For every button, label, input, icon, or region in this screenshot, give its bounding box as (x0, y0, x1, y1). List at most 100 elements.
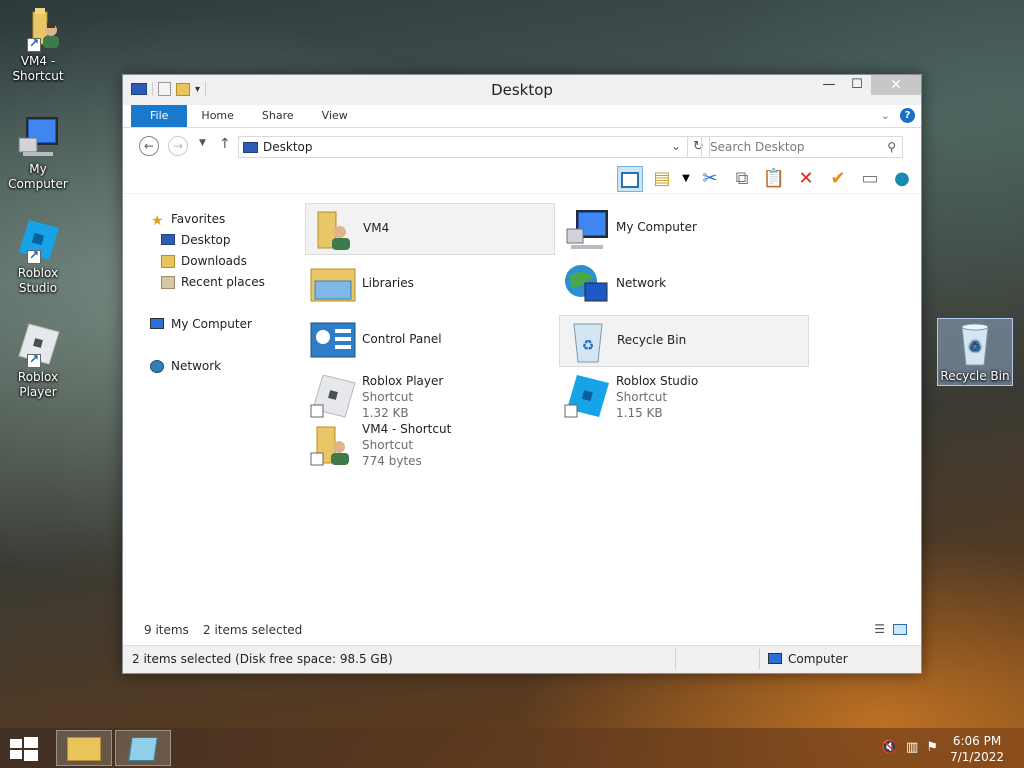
title-bar[interactable]: ▾ Desktop — ☐ ✕ (123, 75, 921, 105)
item-name: VM4 (363, 221, 390, 235)
item-type: Shortcut (362, 390, 414, 404)
forward-button[interactable]: → (168, 136, 188, 156)
item-recycle-bin[interactable]: ♻ Recycle Bin (559, 315, 809, 367)
roblox-player-icon (15, 322, 61, 368)
control-panel-icon (309, 319, 357, 363)
nav-downloads[interactable]: Downloads (123, 251, 295, 272)
desktop-icon-roblox-studio[interactable]: Roblox Studio (0, 218, 76, 296)
recent-locations-icon[interactable]: ▼ (199, 138, 206, 148)
cut-icon[interactable]: ✂ (697, 166, 723, 192)
item-vm4[interactable]: VM4 (305, 203, 555, 255)
item-control-panel[interactable]: Control Panel (305, 315, 555, 367)
tab-home[interactable]: Home (187, 105, 247, 127)
recycle-bin-icon: ♻ (564, 320, 612, 364)
computer-icon (563, 207, 611, 251)
minimize-button[interactable]: — (815, 75, 843, 95)
clock-time: 6:06 PM (952, 734, 1002, 748)
rename-icon[interactable]: ▭ (857, 166, 883, 192)
desktop-icon-roblox-player[interactable]: Roblox Player (0, 322, 76, 400)
close-button[interactable]: ✕ (871, 75, 921, 95)
star-icon: ★ (151, 213, 164, 229)
expand-ribbon-icon[interactable]: ⌄ (881, 109, 890, 122)
network-status-icon[interactable]: ▥ (906, 740, 918, 755)
delete-icon[interactable]: ✕ (793, 166, 819, 192)
content-pane: VM4 My Computer Libraries Network Contro… (303, 201, 907, 617)
select-folder-icon[interactable]: ▤ (649, 166, 675, 192)
desktop-icon-vm4-shortcut[interactable]: VM4 - Shortcut (0, 6, 76, 84)
item-type: Shortcut (362, 438, 414, 452)
folder-user-icon (310, 208, 358, 252)
details-view-icon[interactable]: ☰ (874, 622, 885, 636)
network-icon (563, 263, 611, 307)
item-name: Recycle Bin (617, 333, 687, 347)
shortcut-arrow-icon (27, 36, 41, 52)
shortcut-arrow-icon (27, 352, 41, 368)
item-type: Shortcut (616, 390, 668, 404)
nav-favorites[interactable]: ★ Favorites (123, 209, 295, 230)
item-name: Libraries (362, 276, 414, 290)
taskbar-file-explorer[interactable] (56, 730, 112, 766)
select-dropdown-icon[interactable]: ▼ (681, 166, 691, 192)
shortcut-arrow-icon (27, 248, 41, 264)
recent-places-icon (161, 276, 175, 289)
window-controls: — ☐ ✕ (815, 75, 921, 95)
checkmark-icon[interactable]: ✔ (825, 166, 851, 192)
taskbar-app-2[interactable] (115, 730, 171, 766)
globe-icon[interactable]: ● (889, 166, 915, 192)
desktop-icon-my-computer[interactable]: My Computer (0, 114, 76, 192)
selected-count: 2 items selected (203, 623, 303, 637)
address-bar[interactable]: Desktop ⌄ (238, 136, 688, 158)
search-input[interactable]: Search Desktop ⚲ (701, 136, 903, 158)
item-vm4-shortcut[interactable]: VM4 - Shortcut Shortcut 774 bytes (305, 419, 555, 471)
desktop-icon-label: Roblox Studio (17, 266, 59, 295)
tab-share[interactable]: Share (248, 105, 308, 127)
computer-icon (15, 114, 61, 160)
paste-icon[interactable]: 📋 (761, 166, 787, 192)
nav-my-computer[interactable]: My Computer (123, 314, 295, 335)
back-button[interactable]: ← (139, 136, 159, 156)
up-button[interactable]: ↑ (219, 136, 231, 152)
nav-network[interactable]: Network (123, 356, 295, 377)
desktop-icon-label: Roblox Player (17, 370, 59, 399)
item-name: Network (616, 276, 667, 290)
address-row: ← → ▼ ↑ Desktop ⌄ ↻ Search Desktop ⚲ (123, 128, 921, 162)
maximize-button[interactable]: ☐ (843, 75, 871, 95)
tab-file[interactable]: File (131, 105, 188, 127)
address-dropdown-icon[interactable]: ⌄ (671, 139, 681, 153)
item-roblox-player[interactable]: Roblox Player Shortcut 1.32 KB (305, 371, 555, 423)
item-my-computer[interactable]: My Computer (559, 203, 809, 255)
preview-pane-icon[interactable] (617, 166, 643, 192)
item-count: 9 items (144, 623, 189, 637)
desktop-icon-label: VM4 - Shortcut (12, 54, 64, 83)
action-center-icon[interactable]: ⚑ (926, 740, 938, 755)
item-roblox-studio[interactable]: Roblox Studio Shortcut 1.15 KB (559, 371, 809, 423)
body-area: ★ Favorites Desktop Downloads Recent pla… (123, 195, 921, 617)
network-icon (150, 360, 164, 373)
item-network[interactable]: Network (559, 259, 809, 311)
clock[interactable]: 6:06 PM 7/1/2022 (950, 733, 1004, 765)
item-name: VM4 - Shortcut (362, 422, 452, 436)
item-libraries[interactable]: Libraries (305, 259, 555, 311)
clock-date: 7/1/2022 (950, 750, 1004, 764)
window-title: Desktop (491, 81, 553, 99)
start-button[interactable] (10, 737, 38, 761)
nav-desktop[interactable]: Desktop (123, 230, 295, 251)
app-icon (128, 737, 158, 761)
help-icon[interactable]: ? (900, 108, 915, 123)
desktop-icon-recycle-bin[interactable]: ♻ Recycle Bin (937, 318, 1013, 386)
svg-text:♻: ♻ (582, 338, 595, 354)
command-toolbar: ▤ ▼ ✂ ⧉ 📋 ✕ ✔ ▭ ● (123, 162, 921, 194)
large-icons-view-icon[interactable] (893, 624, 907, 635)
nav-recent-places[interactable]: Recent places (123, 272, 295, 293)
item-status-line: 9 items 2 items selected ☰ (123, 617, 921, 645)
status-bar: 2 items selected (Disk free space: 98.5 … (123, 645, 921, 673)
search-icon[interactable]: ⚲ (887, 137, 896, 157)
status-zone-label: Computer (788, 652, 848, 666)
copy-icon[interactable]: ⧉ (729, 166, 755, 192)
item-name: Control Panel (362, 332, 442, 346)
explorer-window[interactable]: ▾ Desktop — ☐ ✕ File Home Share View ⌄ ?… (122, 74, 922, 674)
status-bar-text: 2 items selected (Disk free space: 98.5 … (132, 652, 393, 666)
tab-view[interactable]: View (308, 105, 362, 127)
nav-desktop-label: Desktop (181, 233, 231, 247)
volume-muted-icon[interactable]: 🔇 (882, 740, 898, 755)
